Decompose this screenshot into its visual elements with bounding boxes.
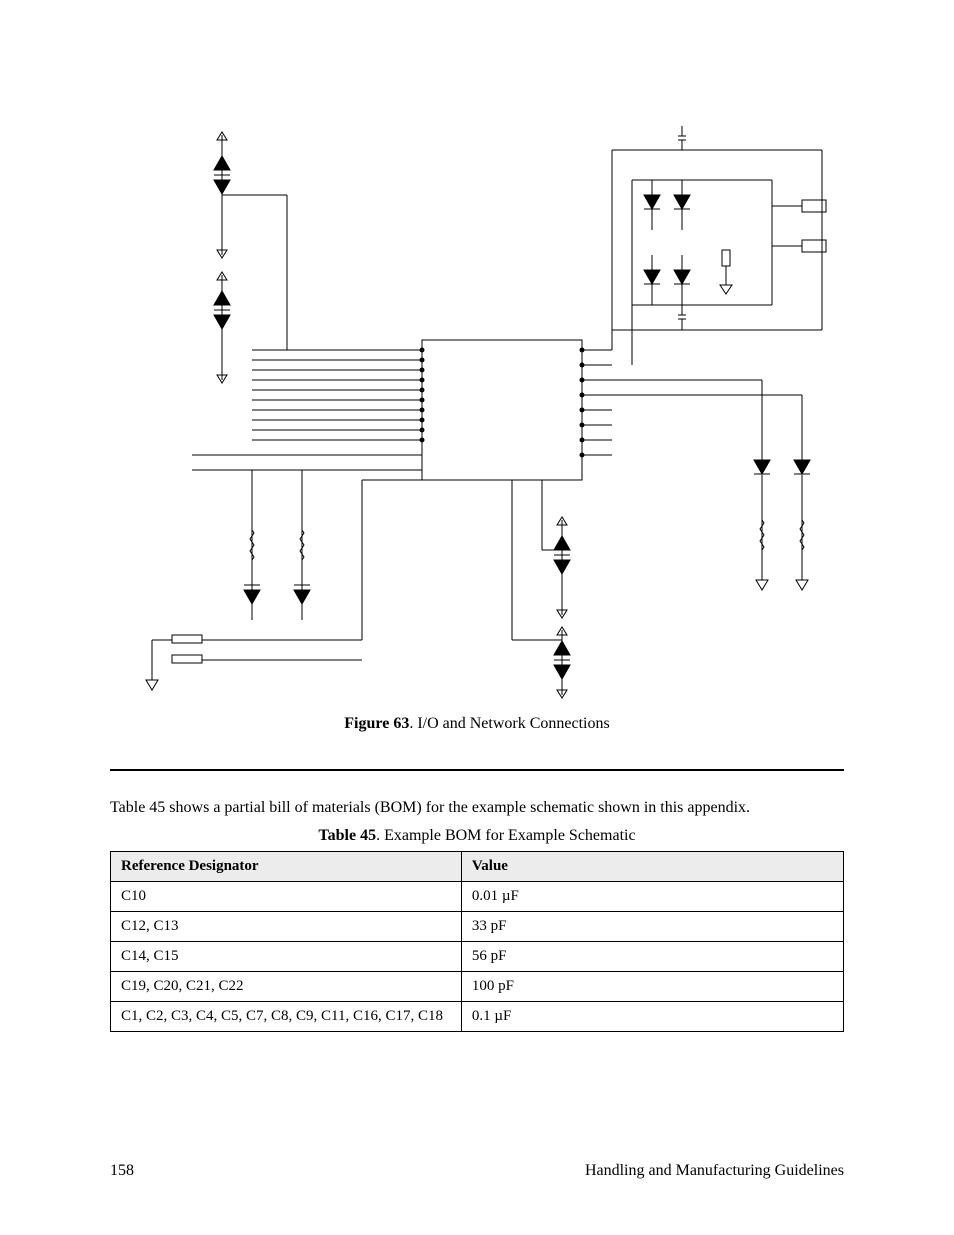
figure-block: Figure 63. I/O and Network Connections [110,80,844,733]
table-header-row: Reference Designator Value [111,851,844,881]
cell-ref: C14, C15 [111,941,462,971]
cell-ref: C10 [111,881,462,911]
cell-val: 33 pF [461,911,843,941]
table-row: C12, C13 33 pF [111,911,844,941]
table-caption-sep: . [376,827,384,844]
page-footer: 158 Handling and Manufacturing Guideline… [110,1162,844,1180]
section-divider [110,769,844,771]
page: Figure 63. I/O and Network Connections T… [0,0,954,1235]
figure-caption: Figure 63. I/O and Network Connections [110,715,844,733]
footer-title: Handling and Manufacturing Guidelines [585,1162,844,1180]
table-label: Table 45 [318,827,376,844]
figure-label: Figure 63 [344,715,409,732]
body-paragraph: Table 45 shows a partial bill of materia… [110,797,844,819]
table-header-ref: Reference Designator [111,851,462,881]
table-row: C14, C15 56 pF [111,941,844,971]
cell-val: 100 pF [461,971,843,1001]
cell-val: 0.01 µF [461,881,843,911]
cell-ref: C12, C13 [111,911,462,941]
table-row: C10 0.01 µF [111,881,844,911]
table-row: C19, C20, C21, C22 100 pF [111,971,844,1001]
schematic-diagram [122,80,832,700]
bom-table: Reference Designator Value C10 0.01 µF C… [110,851,844,1032]
page-number: 158 [110,1162,134,1180]
table-caption: Table 45. Example BOM for Example Schema… [110,827,844,845]
cell-ref: C19, C20, C21, C22 [111,971,462,1001]
table-row: C1, C2, C3, C4, C5, C7, C8, C9, C11, C16… [111,1001,844,1031]
cell-ref: C1, C2, C3, C4, C5, C7, C8, C9, C11, C16… [111,1001,462,1031]
figure-caption-text: I/O and Network Connections [417,715,609,732]
table-header-val: Value [461,851,843,881]
cell-val: 0.1 µF [461,1001,843,1031]
table-caption-text: Example BOM for Example Schematic [384,827,635,844]
cell-val: 56 pF [461,941,843,971]
